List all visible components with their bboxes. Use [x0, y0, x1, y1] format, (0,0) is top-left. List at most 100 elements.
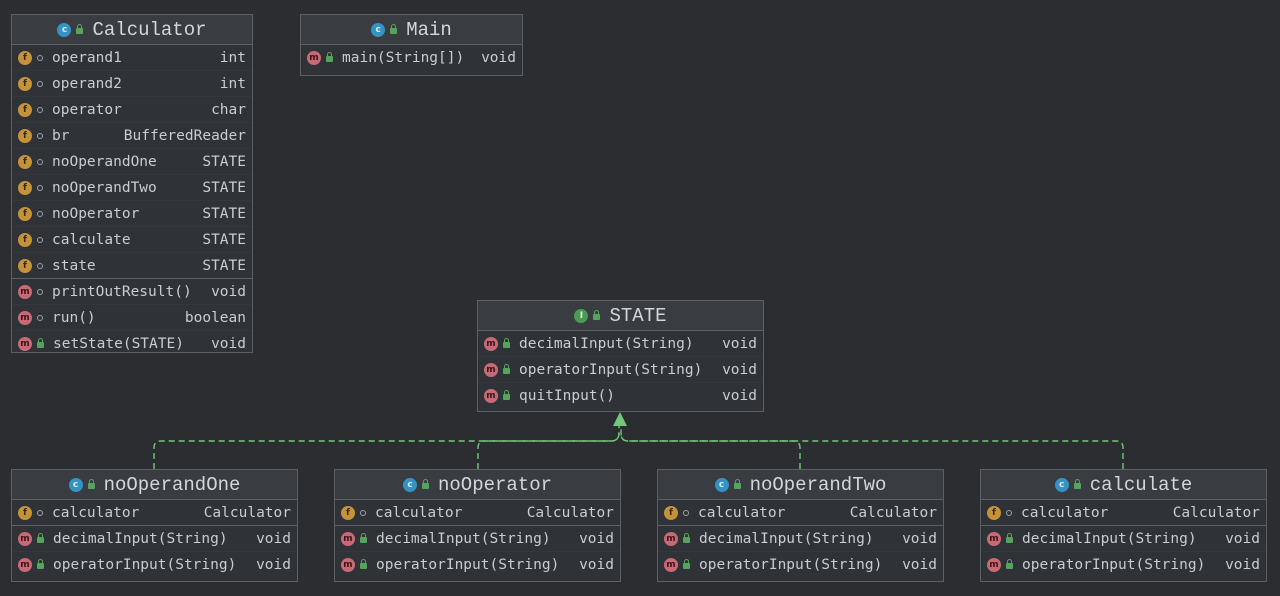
class-title: Main	[406, 18, 452, 41]
class-noOperandTwo[interactable]: c noOperandTwo f calculator Calculator m de…	[657, 469, 944, 582]
public-lock-icon	[326, 52, 333, 62]
public-lock-icon	[683, 533, 690, 543]
field-type: STATE	[202, 257, 246, 274]
method-name[interactable]: operatorInput(String)	[49, 557, 251, 573]
field-name[interactable]: noOperator	[48, 206, 197, 222]
method-icon: m	[664, 557, 678, 572]
class-noOperandOne-header[interactable]: c noOperandOne	[12, 470, 297, 500]
class-icon: c	[57, 22, 72, 37]
method-name[interactable]: printOutResult()	[48, 284, 206, 300]
class-noOperator[interactable]: c noOperator f calculator Calculator m deci…	[334, 469, 621, 582]
package-private-icon	[37, 314, 43, 321]
method-icon: m	[987, 531, 1001, 546]
public-lock-icon	[360, 533, 367, 543]
method-name[interactable]: decimalInput(String)	[515, 336, 717, 352]
method-name[interactable]: decimalInput(String)	[1018, 531, 1220, 547]
public-lock-icon	[1006, 559, 1013, 569]
class-noOperandTwo-header[interactable]: c noOperandTwo	[658, 470, 943, 500]
field-icon: f	[18, 102, 32, 117]
class-icon: c	[68, 477, 83, 492]
public-lock-icon	[421, 479, 429, 489]
field-name[interactable]: operand2	[48, 76, 215, 92]
link-calculate-to-STATE	[620, 424, 1124, 469]
public-lock-icon	[37, 559, 44, 569]
link-noOperandTwo-to-STATE	[620, 432, 801, 469]
class-noOperandOne[interactable]: c noOperandOne f calculator Calculator m de…	[11, 469, 298, 582]
field-name[interactable]: noOperandTwo	[48, 180, 197, 196]
method-name[interactable]: decimalInput(String)	[49, 531, 251, 547]
package-private-icon	[37, 80, 43, 87]
method-icon: m	[18, 310, 32, 325]
package-private-icon	[37, 509, 43, 516]
field-icon: f	[18, 50, 32, 65]
field-name[interactable]: operator	[48, 102, 206, 118]
class-calculator[interactable]: c Calculator f operand1 int f operand2 int f…	[11, 14, 253, 353]
public-lock-icon	[1006, 533, 1013, 543]
method-name[interactable]: operatorInput(String)	[695, 557, 897, 573]
field-name[interactable]: operand1	[48, 50, 215, 66]
abstract-method-icon: m	[484, 362, 498, 377]
field-name[interactable]: calculate	[48, 232, 197, 248]
field-type: BufferedReader	[123, 127, 246, 144]
method-return-type: void	[579, 530, 614, 547]
method-name[interactable]: operatorInput(String)	[515, 362, 717, 378]
field-type: Calculator	[1172, 504, 1260, 521]
class-calculate-header[interactable]: c calculate	[981, 470, 1266, 500]
field-name[interactable]: calculator	[371, 505, 522, 521]
method-icon: m	[18, 336, 32, 351]
public-lock-icon	[1073, 479, 1081, 489]
method-return-type: void	[211, 283, 246, 300]
public-lock-icon	[37, 533, 44, 543]
class-icon: c	[1054, 477, 1069, 492]
package-private-icon	[37, 288, 43, 295]
method-name[interactable]: decimalInput(String)	[695, 531, 897, 547]
public-lock-icon	[733, 479, 741, 489]
field-type: STATE	[202, 231, 246, 248]
package-private-icon	[1006, 509, 1012, 516]
field-name[interactable]: calculator	[1017, 505, 1168, 521]
class-calculate[interactable]: c calculate f calculator Calculator m decim…	[980, 469, 1267, 582]
field-name[interactable]: calculator	[694, 505, 845, 521]
method-name[interactable]: operatorInput(String)	[372, 557, 574, 573]
package-private-icon	[37, 54, 43, 61]
method-name[interactable]: operatorInput(String)	[1018, 557, 1220, 573]
method-name[interactable]: main(String[])	[338, 50, 476, 66]
field-type: int	[219, 49, 246, 66]
public-lock-icon	[360, 559, 367, 569]
class-calculator-header[interactable]: c Calculator	[12, 15, 252, 45]
interface-state[interactable]: I STATE m decimalInput(String) void m opera…	[477, 300, 764, 412]
method-name[interactable]: decimalInput(String)	[372, 531, 574, 547]
public-lock-icon	[503, 390, 510, 400]
interface-icon: I	[574, 308, 589, 323]
link-noOperandOne-to-STATE	[153, 424, 620, 469]
method-return-type: void	[1225, 530, 1260, 547]
method-name[interactable]: run()	[48, 310, 180, 326]
class-noOperator-header[interactable]: c noOperator	[335, 470, 620, 500]
method-return-type: void	[902, 556, 937, 573]
field-name[interactable]: calculator	[48, 505, 199, 521]
method-name[interactable]: quitInput()	[515, 388, 717, 404]
package-private-icon	[37, 184, 43, 191]
package-private-icon	[37, 236, 43, 243]
realization-arrowhead	[613, 412, 627, 426]
field-icon: f	[18, 154, 32, 169]
package-private-icon	[37, 210, 43, 217]
method-name[interactable]: setState(STATE)	[49, 336, 206, 352]
class-title: Calculator	[92, 18, 207, 41]
field-name[interactable]: noOperandOne	[48, 154, 197, 170]
field-icon: f	[18, 232, 32, 247]
method-icon: m	[18, 557, 32, 572]
method-icon: m	[664, 531, 678, 546]
field-type: STATE	[202, 205, 246, 222]
class-main-header[interactable]: c Main	[301, 15, 522, 45]
interface-state-header[interactable]: I STATE	[478, 301, 763, 331]
static-method-icon: m	[307, 50, 321, 65]
package-private-icon	[37, 132, 43, 139]
field-icon: f	[18, 180, 32, 195]
public-lock-icon	[503, 364, 510, 374]
class-main[interactable]: c Main m main(String[]) void	[300, 14, 523, 76]
public-lock-icon	[87, 479, 95, 489]
field-name[interactable]: state	[48, 258, 197, 274]
field-type: Calculator	[849, 504, 937, 521]
field-name[interactable]: br	[48, 128, 119, 144]
